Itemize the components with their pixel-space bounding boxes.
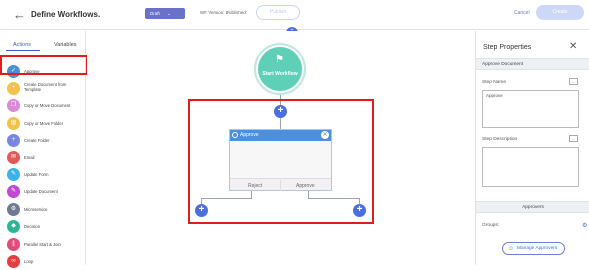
action-item[interactable]: ∥ Parallel Start & Join bbox=[0, 236, 86, 253]
gear-icon[interactable]: ⚙ bbox=[582, 222, 587, 229]
step-name-input[interactable]: Approve bbox=[482, 90, 579, 128]
section-approvers: Approvers bbox=[476, 201, 589, 213]
top-bar: ← Define Workflows. Draft ⌄ WF Version: … bbox=[0, 0, 589, 30]
action-item[interactable]: ◆ Decision bbox=[0, 218, 86, 235]
close-icon[interactable]: ✕ bbox=[569, 41, 577, 52]
form-edit-icon: ✎ bbox=[7, 168, 20, 181]
manage-approvers-button[interactable]: ☺ Manage Approvers bbox=[502, 242, 565, 255]
wf-version-label: WF Version: bbox=[200, 10, 225, 15]
action-item-label: Update Form bbox=[24, 172, 49, 177]
status-label: Draft bbox=[150, 11, 160, 16]
step-properties-panel: Step Properties ✕ Approve Document Step … bbox=[475, 31, 589, 265]
cancel-button[interactable]: Cancel bbox=[514, 10, 530, 16]
action-item[interactable]: ▤ Copy or Move Folder bbox=[0, 115, 86, 132]
user-icon: ☺ bbox=[508, 246, 515, 252]
action-item-label: Copy or Move Folder bbox=[24, 121, 64, 126]
chevron-down-icon: ⌄ bbox=[167, 11, 171, 16]
action-item[interactable]: ∞ Loop bbox=[0, 253, 86, 270]
parallel-icon: ∥ bbox=[7, 238, 20, 251]
folder-copy-icon: ▤ bbox=[7, 117, 20, 130]
page-title: Define Workflows. bbox=[31, 10, 101, 19]
back-arrow-icon[interactable]: ← bbox=[13, 8, 26, 21]
step-name-options-button[interactable]: … bbox=[569, 78, 578, 85]
wf-version: WF Version: 1 bbox=[200, 10, 228, 15]
document-copy-icon: ❐ bbox=[7, 99, 20, 112]
action-item-label: Copy or Move Document bbox=[24, 103, 71, 108]
action-item-label: Update Document bbox=[24, 189, 58, 194]
step-description-options-button[interactable]: … bbox=[569, 135, 578, 142]
action-item[interactable]: + Create Folder bbox=[0, 132, 86, 149]
publish-button[interactable]: Publish bbox=[256, 5, 300, 20]
action-item[interactable]: ⚙ Microservice bbox=[0, 201, 86, 218]
document-edit-icon: ✎ bbox=[7, 185, 20, 198]
action-item-label: Parallel Start & Join bbox=[24, 242, 61, 247]
published-label: Published: bbox=[226, 10, 248, 15]
manage-approvers-label: Manage Approvers bbox=[517, 246, 558, 251]
action-item-label: Email bbox=[24, 155, 35, 160]
action-item[interactable]: ✉ Email bbox=[0, 149, 86, 166]
create-button[interactable]: Create bbox=[536, 5, 584, 20]
action-item[interactable]: + Create Document from Template bbox=[0, 80, 86, 97]
action-item-label: Create Folder bbox=[24, 138, 50, 143]
start-workflow-node[interactable]: ⚑ Start Workflow bbox=[258, 47, 302, 91]
action-item[interactable]: ❐ Copy or Move Document bbox=[0, 97, 86, 114]
email-icon: ✉ bbox=[7, 151, 20, 164]
active-tab-indicator bbox=[6, 50, 40, 51]
start-workflow-label: Start Workflow bbox=[262, 71, 298, 77]
microservice-icon: ⚙ bbox=[7, 203, 20, 216]
groups-label: Groups: bbox=[482, 223, 500, 228]
tab-variables[interactable]: Variables bbox=[54, 42, 77, 48]
decision-icon: ◆ bbox=[7, 220, 20, 233]
tab-actions[interactable]: Actions bbox=[13, 42, 31, 48]
action-item-label: Loop bbox=[24, 259, 34, 264]
loop-icon: ∞ bbox=[7, 255, 20, 268]
step-description-label: Step Description bbox=[482, 137, 518, 142]
panel-title: Step Properties bbox=[483, 44, 532, 51]
highlight-box-approve-step bbox=[188, 99, 374, 224]
step-name-label: Step Name bbox=[482, 80, 506, 85]
section-approve-document: Approve Document bbox=[476, 58, 589, 70]
flag-icon: ⚑ bbox=[275, 54, 284, 65]
action-item[interactable]: ✎ Update Document bbox=[0, 183, 86, 200]
highlight-box-approve-action bbox=[0, 55, 88, 75]
action-item-label: Microservice bbox=[24, 207, 48, 212]
action-item-label: Create Document from Template bbox=[24, 82, 67, 92]
action-item[interactable]: ✎ Update Form bbox=[0, 166, 86, 183]
status-dropdown[interactable]: Draft ⌄ bbox=[145, 8, 185, 19]
folder-plus-icon: + bbox=[7, 134, 20, 147]
action-item-label: Decision bbox=[24, 224, 41, 229]
document-plus-icon: + bbox=[7, 82, 20, 95]
step-description-input[interactable] bbox=[482, 147, 579, 187]
